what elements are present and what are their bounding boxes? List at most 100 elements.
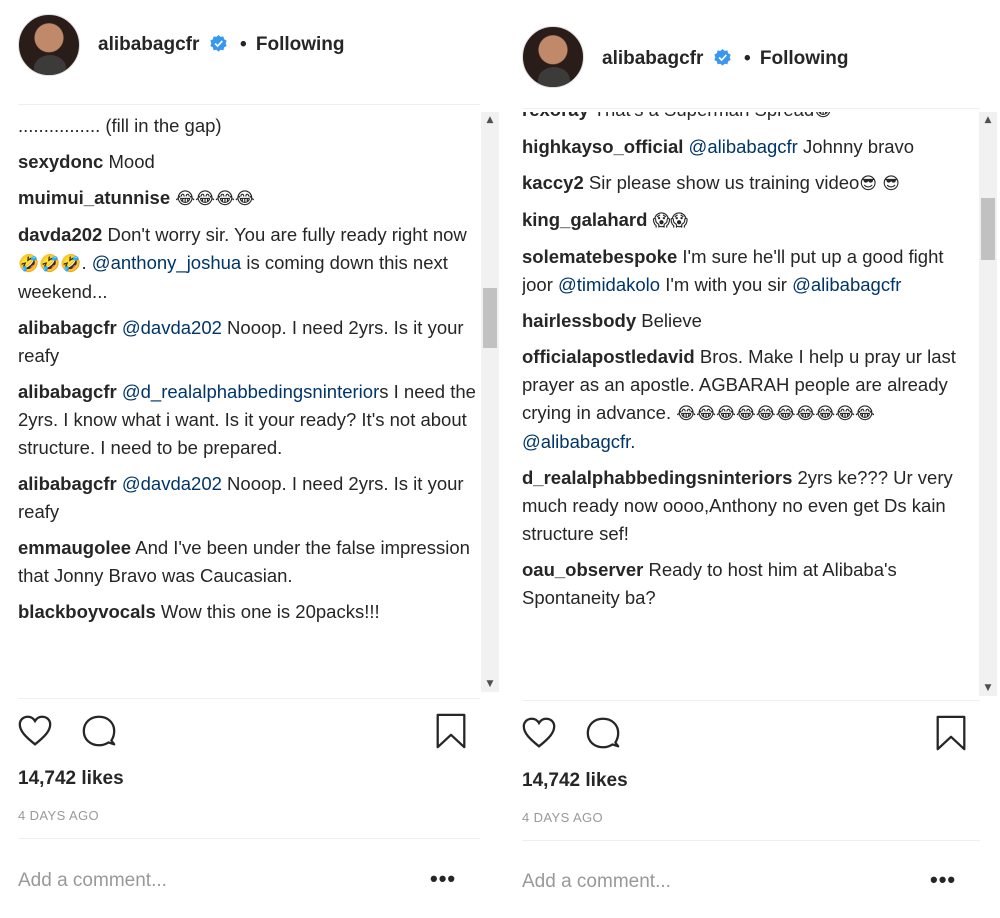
comments-divider: [522, 700, 980, 701]
mention-link[interactable]: @timidakolo: [558, 274, 660, 295]
comment-text: Don't worry sir. You are fully ready rig…: [102, 224, 467, 245]
emoji-icon: 😂😂😂😂: [175, 189, 255, 209]
following-button[interactable]: Following: [760, 48, 849, 69]
header-text: alibabagcfr • Following: [602, 48, 849, 70]
comment-username[interactable]: sexydonc: [18, 151, 103, 172]
comment-item: alibabagcfr @davda202 Nooop. I need 2yrs…: [18, 470, 476, 526]
comment-username[interactable]: d_realalphabbedingsninteriors: [522, 467, 792, 488]
heart-icon[interactable]: [520, 714, 558, 752]
comments-scrollbar[interactable]: ▲ ▼: [481, 112, 499, 692]
comment-item: sexydonc Mood: [18, 148, 476, 176]
comment-text: Sir please show us training video: [583, 172, 860, 193]
emoji-icon: 😱😱: [652, 211, 689, 231]
emoji-icon: 😎: [882, 174, 900, 194]
heart-icon[interactable]: [16, 712, 54, 750]
comments-divider: [18, 698, 480, 699]
comment-icon[interactable]: [584, 714, 622, 752]
mention-link[interactable]: @alibabagcfr.: [522, 431, 635, 452]
comment-username[interactable]: officialapostledavid: [522, 346, 695, 367]
comment-username[interactable]: highkayso_official: [522, 136, 683, 157]
post-panel-right: alibabagcfr • Following rexoray That's a…: [502, 0, 1000, 918]
comment-username[interactable]: solematebespoke: [522, 246, 677, 267]
comment-item: officialapostledavid Bros. Make I help u…: [522, 343, 976, 456]
comment-text: I'm with you sir: [660, 274, 793, 295]
comment-text: ................ (fill in the gap): [18, 115, 222, 136]
scroll-down-arrow[interactable]: ▼: [481, 676, 499, 692]
mention-link[interactable]: @alibabagcfr: [689, 136, 798, 157]
comment-item: king_galahard 😱😱: [522, 206, 976, 235]
scroll-up-arrow[interactable]: ▲: [979, 112, 997, 128]
post-timestamp: 4 DAYS AGO: [18, 808, 100, 823]
comment-item: blackboyvocals Wow this one is 20packs!!…: [18, 598, 476, 626]
bookmark-icon[interactable]: [432, 712, 470, 750]
comment-username[interactable]: alibabagcfr: [18, 473, 117, 494]
comment-username[interactable]: hairlessbody: [522, 310, 636, 331]
action-bar: [502, 714, 1000, 762]
comment-item: hairlessbody Believe: [522, 307, 976, 335]
add-comment-input[interactable]: Add a comment...: [522, 871, 671, 893]
bookmark-icon[interactable]: [932, 714, 970, 752]
mention-link[interactable]: @davda202: [122, 317, 222, 338]
comments-list[interactable]: rexoray That's a Superman Spread😁 highkay…: [522, 112, 976, 696]
comment-username[interactable]: king_galahard: [522, 209, 647, 230]
avatar[interactable]: [18, 14, 80, 76]
scroll-thumb[interactable]: [981, 198, 995, 260]
mention-link[interactable]: @d_realalphabbedingsninterior: [122, 381, 379, 402]
comment-username[interactable]: muimui_atunnise: [18, 187, 170, 208]
footer-divider: [18, 838, 480, 839]
comment-icon[interactable]: [80, 712, 118, 750]
comment-item: alibabagcfr @d_realalphabbedingsninterio…: [18, 378, 476, 462]
comment-username[interactable]: alibabagcfr: [18, 317, 117, 338]
comment-text: Mood: [103, 151, 155, 172]
comment-item: alibabagcfr @davda202 Nooop. I need 2yrs…: [18, 314, 476, 370]
header-text: alibabagcfr • Following: [98, 34, 345, 56]
comment-username[interactable]: kaccy2: [522, 172, 584, 193]
comment-item: kaccy2 Sir please show us training video…: [522, 169, 976, 198]
avatar[interactable]: [522, 26, 584, 88]
comments-scrollbar[interactable]: ▲ ▼: [979, 112, 997, 696]
header-divider: [522, 108, 980, 109]
comment-item: d_realalphabbedingsninteriors 2yrs ke???…: [522, 464, 976, 548]
comment-username[interactable]: oau_observer: [522, 559, 643, 580]
scroll-up-arrow[interactable]: ▲: [481, 112, 499, 128]
username-link[interactable]: alibabagcfr: [602, 48, 703, 69]
following-button[interactable]: Following: [256, 34, 345, 55]
comment-item: davda202 Don't worry sir. You are fully …: [18, 221, 476, 306]
comment-item: solematebespoke I'm sure he'll put up a …: [522, 243, 976, 299]
post-header: alibabagcfr • Following: [502, 0, 1000, 100]
comment-username[interactable]: blackboyvocals: [18, 601, 156, 622]
comment-text: Johnny bravo: [797, 136, 915, 157]
username-link[interactable]: alibabagcfr: [98, 34, 199, 55]
action-bar: [0, 712, 500, 760]
comment-username[interactable]: davda202: [18, 224, 102, 245]
post-timestamp: 4 DAYS AGO: [522, 810, 604, 825]
more-options-icon[interactable]: •••: [930, 867, 956, 893]
post-panel-left: alibabagcfr • Following ................…: [0, 0, 500, 918]
verified-badge-icon: [209, 35, 227, 52]
footer-divider: [522, 840, 980, 841]
verified-badge-icon: [713, 49, 731, 66]
scroll-down-arrow[interactable]: ▼: [979, 680, 997, 696]
mention-link[interactable]: @alibabagcfr: [792, 274, 901, 295]
comment-item: oau_observer Ready to host him at Alibab…: [522, 556, 976, 612]
mention-link[interactable]: @anthony_joshua: [92, 252, 241, 273]
separator-dot: •: [239, 34, 247, 55]
emoji-icon: 😁: [814, 112, 832, 121]
comment-username[interactable]: emmaugolee: [18, 537, 131, 558]
add-comment-input[interactable]: Add a comment...: [18, 870, 167, 892]
likes-count[interactable]: 14,742 likes: [522, 770, 628, 792]
comment-item: rexoray That's a Superman Spread😁: [522, 112, 976, 125]
comment-item: emmaugolee And I've been under the false…: [18, 534, 476, 590]
header-divider: [18, 104, 480, 105]
more-options-icon[interactable]: •••: [430, 866, 456, 892]
comment-text: Believe: [636, 310, 702, 331]
separator-dot: •: [743, 48, 751, 69]
mention-link[interactable]: @davda202: [122, 473, 222, 494]
likes-count[interactable]: 14,742 likes: [18, 768, 124, 790]
comments-list[interactable]: ................ (fill in the gap) sexydo…: [18, 112, 476, 692]
comment-text: .: [81, 252, 92, 273]
comment-text: That's a Superman Spread: [589, 112, 815, 120]
scroll-thumb[interactable]: [483, 288, 497, 348]
comment-username[interactable]: alibabagcfr: [18, 381, 117, 402]
comment-username[interactable]: rexoray: [522, 112, 589, 120]
